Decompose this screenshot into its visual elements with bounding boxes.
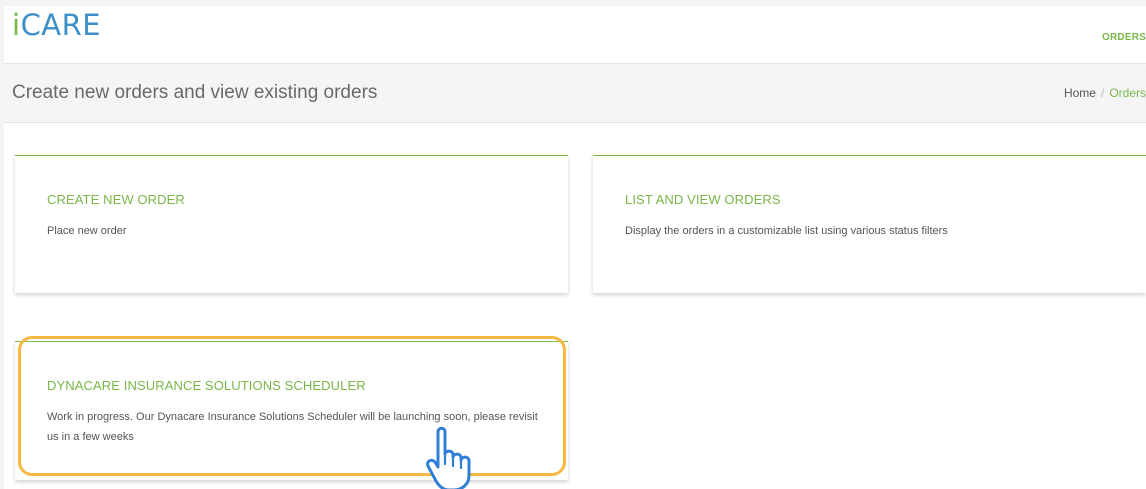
page: iCARE ORDERS Create new orders and view … (4, 6, 1146, 489)
card-title[interactable]: CREATE NEW ORDER (47, 192, 185, 207)
card-description: Place new order (47, 225, 127, 237)
logo-text: CARE (20, 8, 102, 42)
logo-i: i (12, 8, 21, 42)
logo[interactable]: iCARE (12, 8, 101, 42)
card-title[interactable]: LIST AND VIEW ORDERS (625, 192, 781, 207)
breadcrumb-current: Orders (1109, 86, 1146, 100)
top-navbar: iCARE ORDERS (4, 6, 1146, 64)
list-and-view-orders-card[interactable]: LIST AND VIEW ORDERS Display the orders … (593, 155, 1146, 293)
breadcrumb-home[interactable]: Home (1064, 86, 1096, 100)
nav-orders-link[interactable]: ORDERS (1102, 32, 1146, 43)
hand-pointer-icon (426, 426, 471, 489)
card-description: Display the orders in a customizable lis… (625, 225, 948, 237)
card-title[interactable]: DYNACARE INSURANCE SOLUTIONS SCHEDULER (47, 378, 366, 393)
create-new-order-card[interactable]: CREATE NEW ORDER Place new order (15, 155, 568, 293)
breadcrumb-separator: / (1100, 86, 1105, 100)
page-title: Create new orders and view existing orde… (12, 82, 378, 103)
breadcrumb: Home / Orders (1064, 86, 1146, 100)
title-bar: Create new orders and view existing orde… (4, 65, 1146, 123)
